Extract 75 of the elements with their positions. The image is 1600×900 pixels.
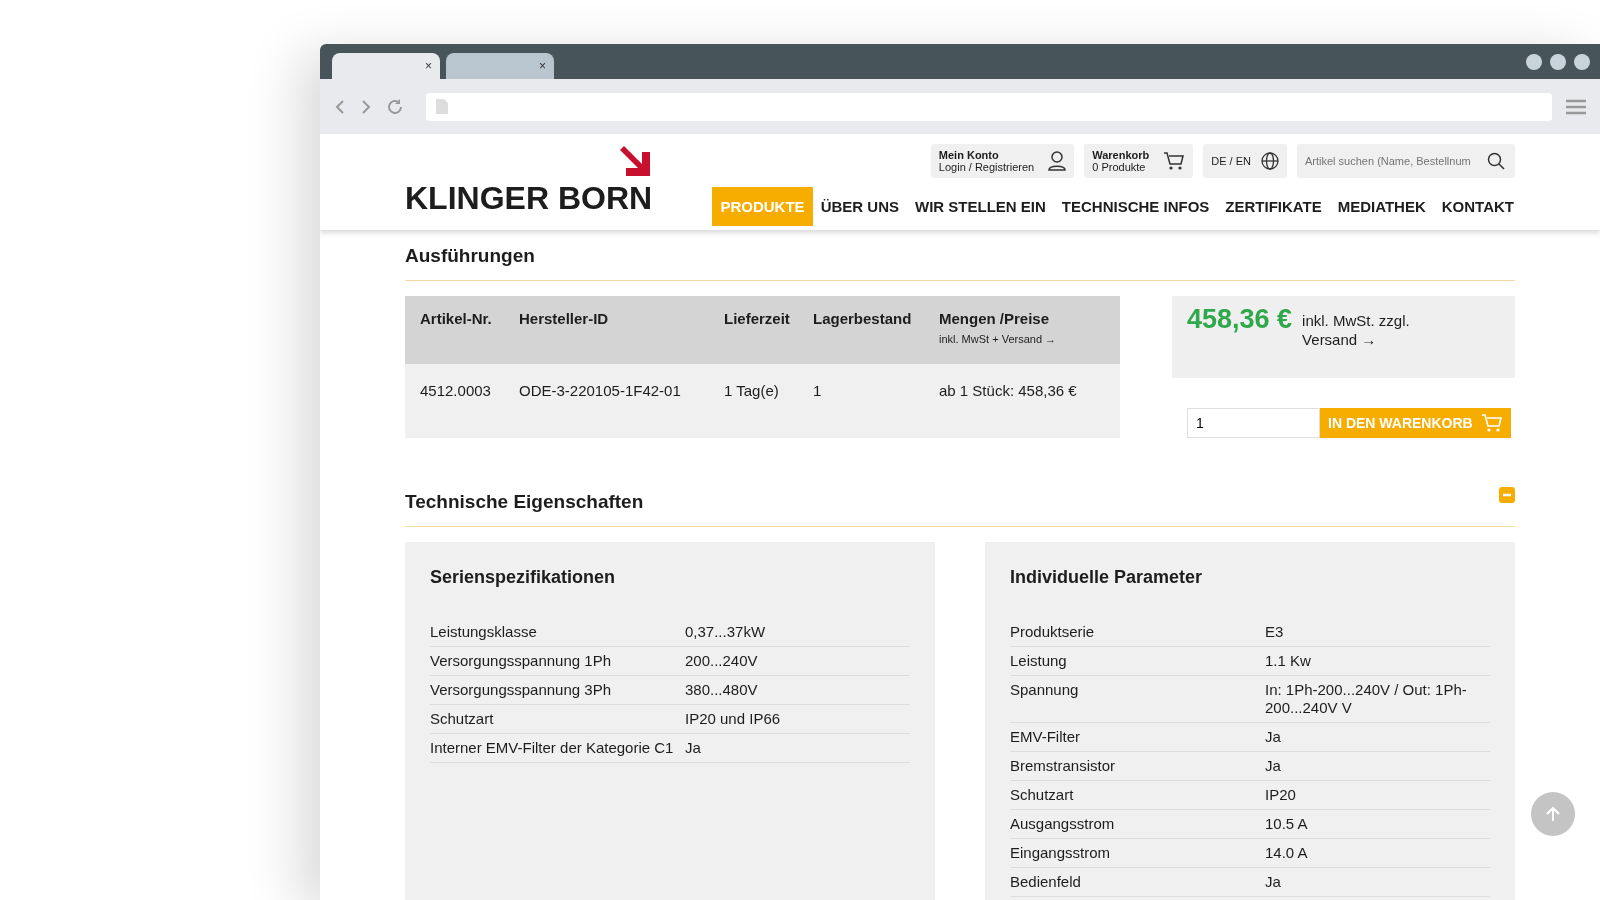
- table-cell-text: 1: [813, 381, 823, 399]
- nav-link[interactable]: KONTAKT: [1433, 187, 1522, 226]
- nav-link[interactable]: WIR STELLEN EIN: [906, 187, 1054, 226]
- spec-value: Ja: [685, 739, 702, 757]
- forward-icon[interactable]: [360, 98, 372, 115]
- spec-value: 380...480V: [685, 681, 759, 699]
- arrow-up-icon: [1546, 806, 1560, 822]
- account-button[interactable]: Mein Konto Login / Registrieren: [930, 144, 1075, 178]
- browser-tab[interactable]: ×: [332, 53, 440, 79]
- spec-label: Schutzart: [1010, 786, 1075, 804]
- nav-link[interactable]: ÜBER UNS: [812, 187, 907, 226]
- spec-value: 200...240V: [685, 652, 759, 670]
- spec-label: Leistungsklasse: [430, 623, 538, 641]
- panel-title: Serienspezifikationen: [430, 567, 617, 588]
- section-heading: Technische Eigenschaften: [405, 490, 644, 514]
- user-icon: [1048, 151, 1067, 171]
- spec-label: Versorgungsspannung 3Ph: [430, 681, 612, 699]
- cart-icon: [1163, 151, 1186, 171]
- spec-value: E3: [1265, 623, 1285, 641]
- quantity-field[interactable]: 1: [1187, 408, 1320, 438]
- table-cell: ab 1 Stück: 458,36 €: [939, 381, 1077, 399]
- spec-label: Eingangsstrom: [1010, 844, 1112, 862]
- search-field[interactable]: Artikel suchen (Name, Bestellnum: [1297, 144, 1515, 178]
- back-icon[interactable]: [334, 98, 346, 115]
- price-note: inkl. MwSt. zzgl.: [1302, 311, 1410, 330]
- price: 458,36 €: [1187, 304, 1293, 336]
- menu-icon[interactable]: [1566, 98, 1586, 115]
- spec-label: Interner EMV-Filter der Kategorie C1: [430, 739, 675, 757]
- page-icon: [436, 99, 448, 114]
- spec-label: Produktserie: [1010, 623, 1096, 641]
- language-selector[interactable]: DE / EN: [1203, 144, 1287, 178]
- spec-label: Schutzart: [430, 710, 495, 728]
- spec-value: 0,37...37kW: [685, 623, 767, 641]
- reload-icon[interactable]: [386, 97, 404, 116]
- table-cell-text: ODE-3-220105-1F42-01: [519, 381, 682, 399]
- browser-tab[interactable]: ×: [446, 53, 554, 79]
- spec-value: Ja: [1265, 728, 1282, 746]
- cart-icon: [1480, 413, 1503, 433]
- spec-label: Ausgangsstrom: [1010, 815, 1116, 833]
- cart-button[interactable]: Warenkorb 0 Produkte: [1084, 144, 1194, 178]
- column-header: Mengen /Preise: [939, 310, 1051, 327]
- table-cell-text: 1 Tag(e): [724, 381, 780, 399]
- collapse-icon[interactable]: [1499, 487, 1515, 503]
- column-header: Artikel-Nr.: [420, 310, 493, 327]
- spec-value: IP20: [1265, 786, 1297, 804]
- spec-value: In: 1Ph-200...240V / Out: 1Ph-200...240V V: [1265, 681, 1468, 717]
- spec-value: Ja: [1265, 757, 1282, 775]
- spec-value: 10.5 A: [1265, 815, 1309, 833]
- spec-label: Bremstransistor: [1010, 757, 1117, 775]
- search-icon[interactable]: [1487, 152, 1505, 170]
- nav-link[interactable]: MEDIATHEK: [1329, 187, 1434, 226]
- nav-link[interactable]: ZERTIFIKATE: [1217, 187, 1330, 226]
- spec-value: Ja: [1265, 873, 1282, 891]
- table-cell-text: 4512.0003: [420, 381, 492, 399]
- address-bar[interactable]: [426, 92, 1552, 121]
- spec-value: 14.0 A: [1265, 844, 1309, 862]
- column-header: Lieferzeit: [724, 310, 791, 327]
- spec-label: Versorgungsspannung 1Ph: [430, 652, 612, 670]
- globe-icon: [1261, 152, 1279, 170]
- spec-label: Leistung: [1010, 652, 1068, 670]
- column-header: Lagerbestand: [813, 310, 913, 327]
- spec-label: Bedienfeld: [1010, 873, 1082, 891]
- panel-title: Individuelle Parameter: [1010, 567, 1204, 588]
- spec-label: EMV-Filter: [1010, 728, 1081, 746]
- spec-value: 1.1 Kw: [1265, 652, 1312, 670]
- shipping-link[interactable]: Versand →: [1302, 330, 1410, 349]
- section-heading: Ausführungen: [405, 244, 536, 268]
- spec-value: IP20 und IP66: [685, 710, 782, 728]
- column-header: Hersteller-ID: [519, 310, 610, 327]
- logo[interactable]: KLINGER BORN: [405, 180, 653, 217]
- price-note: inkl. MwSt + Versand →: [939, 333, 1057, 345]
- nav-link[interactable]: TECHNISCHE INFOS: [1053, 187, 1218, 226]
- arrow-icon: [620, 146, 653, 178]
- spec-label: Spannung: [1010, 681, 1080, 700]
- scroll-top-button[interactable]: [1531, 792, 1575, 836]
